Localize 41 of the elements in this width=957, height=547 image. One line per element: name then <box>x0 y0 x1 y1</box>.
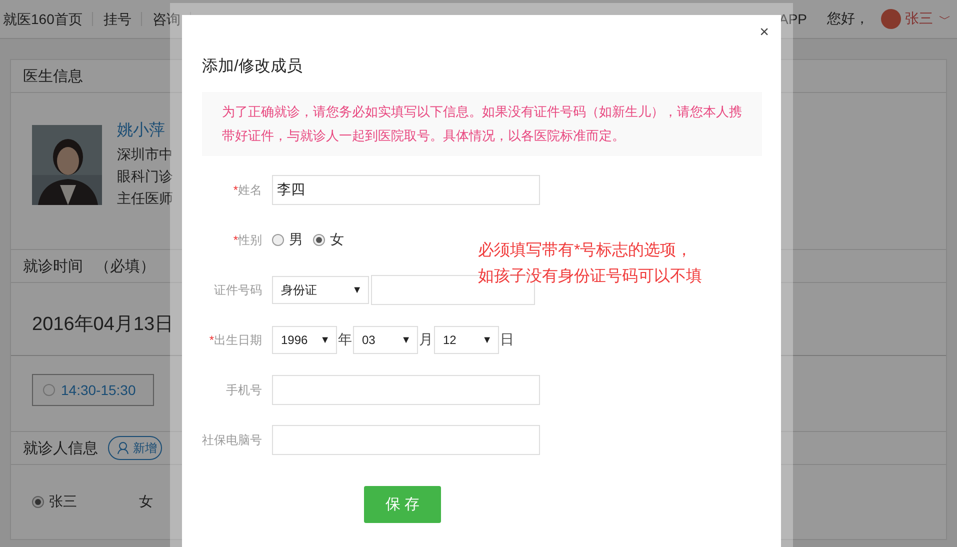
nav-link[interactable]: 挂号 <box>93 12 142 26</box>
notice-text: 为了正确就诊，请您务必如实填写以下信息。如果没有证件号码（如新生儿），请您本人携带好证件，与就诊人一起到医院取号。具体情况，以各医院标准而定。 <box>202 92 762 156</box>
option-label: 男 <box>289 231 303 249</box>
doctor-name: 姚小萍 <box>117 120 166 141</box>
doctor-detail: 深圳市中 <box>117 145 173 164</box>
doctor-detail: 眼科门诊 <box>117 167 173 186</box>
patient-gender: 女 <box>139 493 153 511</box>
add-patient-button[interactable]: 新增 <box>108 436 162 460</box>
required-note: （必填） <box>95 256 155 276</box>
greeting-text: 您好， <box>827 10 869 28</box>
person-icon <box>117 441 131 455</box>
dropdown[interactable]: 03 ▼ <box>353 326 418 354</box>
close-button[interactable]: × <box>758 25 771 41</box>
field-label: 证件号码 <box>214 282 262 296</box>
panel-title: 就诊时间 <box>23 256 83 276</box>
caret-icon[interactable]: ﹀ <box>939 10 951 28</box>
time-slot-button[interactable]: 14:30-15:30 <box>32 374 154 406</box>
dropdown[interactable]: 12 ▼ <box>434 326 499 354</box>
patient-name: 张三 <box>49 493 78 511</box>
panel-title: 就诊人信息 <box>23 438 98 458</box>
radio-button[interactable] <box>313 234 325 246</box>
input-field[interactable]: 李四 <box>272 175 540 205</box>
unit-label: 年 <box>338 331 352 349</box>
input-field[interactable] <box>272 425 540 455</box>
field-label: *性别 <box>233 232 262 246</box>
field-label: *姓名 <box>233 182 262 196</box>
field-label: 社保电脑号 <box>202 432 262 446</box>
avatar-icon <box>881 9 901 29</box>
user-name-link[interactable]: 张三 <box>905 10 933 28</box>
dropdown[interactable]: 1996 ▼ <box>272 326 337 354</box>
field-label: *出生日期 <box>209 332 262 346</box>
unit-label: 日 <box>500 331 514 349</box>
input-field[interactable] <box>272 375 540 405</box>
radio-button[interactable] <box>32 496 44 508</box>
dropdown[interactable]: 身份证 ▼ <box>272 276 369 304</box>
nav-link[interactable]: 就医160首页 <box>0 12 94 26</box>
option-label: 女 <box>330 231 344 249</box>
field-label: 手机号 <box>226 382 262 396</box>
unit-label: 月 <box>419 331 433 349</box>
doctor-detail: 主任医师 <box>117 189 173 208</box>
radio-button[interactable] <box>272 234 284 246</box>
